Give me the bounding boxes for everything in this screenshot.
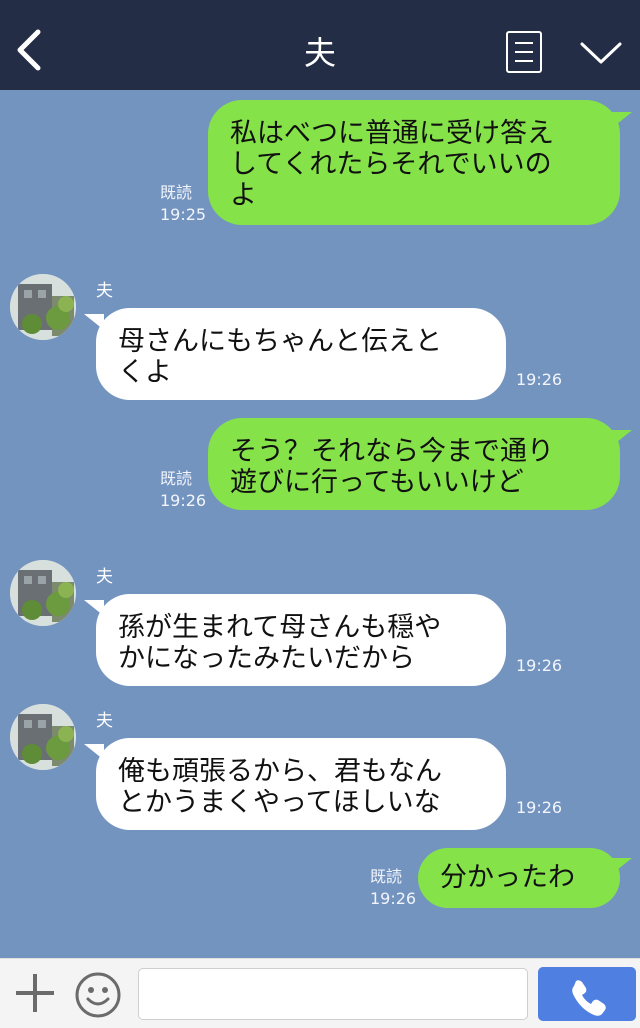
read-receipt: 既読: [160, 183, 193, 202]
message-line: 遊びに行ってもいいけど: [230, 467, 524, 498]
list-icon-line: [515, 60, 533, 62]
timestamp: 19:26: [160, 491, 207, 510]
message-line: 母さんにもちゃんと伝えと: [118, 326, 442, 357]
message-line: 分かったわ: [440, 862, 575, 893]
read-receipt: 既読: [370, 867, 403, 886]
message-line: そう？それなら今まで通り: [230, 436, 554, 467]
message-meta: 既読 19:25: [160, 182, 206, 226]
message-line: してくれたらそれでいいの: [230, 149, 552, 180]
chevron-down-icon: [580, 42, 622, 64]
timestamp: 19:26: [516, 370, 563, 389]
message-meta: 既読 19:26: [160, 468, 206, 512]
bubble-tail: [612, 430, 632, 446]
message-line: 私はべつに普通に受け答え: [230, 118, 554, 149]
message-bubble-mine[interactable]: 私はべつに普通に受け答え してくれたらそれでいいの よ: [208, 100, 620, 225]
avatar-image: [10, 274, 76, 340]
message-line: くよ: [118, 357, 172, 388]
emoji-button[interactable]: [74, 971, 122, 1019]
timestamp: 19:26: [516, 656, 563, 675]
add-attachment-button[interactable]: [14, 972, 56, 1014]
message-line: 俺も頑張るから、君もなん: [118, 756, 442, 787]
list-icon-line: [515, 51, 533, 53]
message-line: かになったみたいだから: [118, 643, 415, 674]
smiley-icon: [75, 972, 121, 1018]
message-bubble-theirs[interactable]: 俺も頑張るから、君もなん とかうまくやってほしいな: [96, 738, 506, 830]
bubble-tail: [612, 112, 632, 128]
avatar-image: [10, 704, 76, 770]
sender-name: 夫: [96, 711, 113, 731]
chat-title: 夫: [303, 34, 336, 72]
chat-area[interactable]: 私はべつに普通に受け答え してくれたらそれでいいの よ 既読 19:25 夫 母…: [0, 90, 640, 958]
menu-button[interactable]: [506, 31, 542, 73]
plus-icon: [16, 974, 54, 1012]
avatar[interactable]: [10, 704, 76, 770]
chat-header: 夫: [0, 0, 640, 90]
sender-name: 夫: [96, 567, 113, 587]
sender-name: 夫: [96, 281, 113, 301]
message-bubble-mine[interactable]: そう？それなら今まで通り 遊びに行ってもいいけど: [208, 418, 620, 510]
message-input[interactable]: [138, 968, 528, 1020]
call-button[interactable]: [538, 967, 636, 1021]
message-bubble-mine[interactable]: 分かったわ: [418, 848, 620, 908]
message-bubble-theirs[interactable]: 母さんにもちゃんと伝えと くよ: [96, 308, 506, 400]
timestamp: 19:26: [516, 798, 563, 817]
read-receipt: 既読: [160, 469, 193, 488]
message-meta: 既読 19:26: [370, 866, 416, 910]
message-line: 孫が生まれて母さんも穏や: [118, 612, 442, 643]
avatar-image: [10, 560, 76, 626]
collapse-button[interactable]: [578, 36, 624, 70]
back-button[interactable]: [14, 28, 50, 72]
phone-icon: [572, 980, 606, 1016]
message-line: とかうまくやってほしいな: [118, 787, 441, 818]
avatar[interactable]: [10, 274, 76, 340]
chevron-left-icon: [17, 29, 41, 71]
message-input-bar: [0, 958, 640, 1028]
bubble-tail: [612, 858, 632, 874]
list-icon: [515, 42, 533, 44]
message-bubble-theirs[interactable]: 孫が生まれて母さんも穏や かになったみたいだから: [96, 594, 506, 686]
avatar[interactable]: [10, 560, 76, 626]
message-line: よ: [230, 180, 257, 211]
timestamp: 19:25: [160, 205, 207, 224]
timestamp: 19:26: [370, 889, 417, 908]
